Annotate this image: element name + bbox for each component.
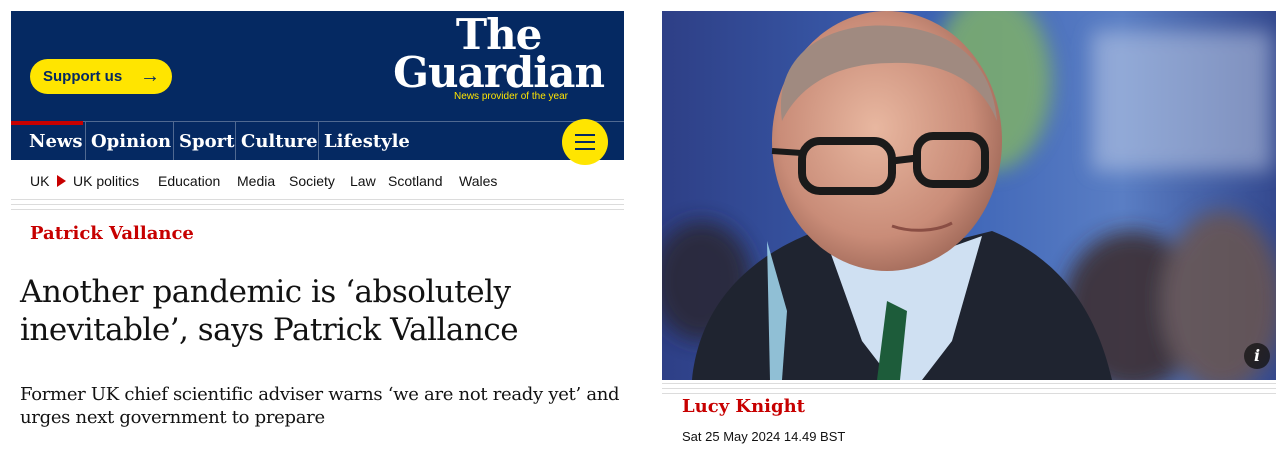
subnav: UK UK politics Education Media Society L… [11, 171, 624, 199]
arrow-right-icon: → [140, 65, 160, 87]
subnav-item-law[interactable]: Law [350, 171, 376, 191]
photo-illustration [662, 11, 1276, 380]
nav-pillar-opinion[interactable]: Opinion [91, 122, 177, 160]
headline-line: Another pandemic is ‘absolutely [20, 274, 511, 310]
subnav-item-society[interactable]: Society [289, 171, 335, 191]
triangle-right-icon [57, 175, 66, 187]
article-standfirst: Former UK chief scientific adviser warns… [20, 383, 620, 429]
nav-pillar-sport[interactable]: Sport [179, 122, 240, 160]
subnav-item-scotland[interactable]: Scotland [388, 171, 442, 191]
nav-pillar-culture[interactable]: Culture [241, 122, 324, 160]
guardian-logo[interactable]: The Guardian News provider of the year [393, 14, 605, 103]
logo-guardian: Guardian [393, 48, 605, 97]
headline-line: inevitable’, says Patrick Vallance [20, 312, 519, 348]
nav-divider [318, 122, 319, 160]
standfirst-line: Former UK chief scientific adviser warns… [20, 384, 620, 405]
publish-date: Sat 25 May 2024 14.49 BST [682, 429, 846, 444]
standfirst-line: urges next government to prepare [20, 407, 325, 428]
nav-pillar-lifestyle[interactable]: Lifestyle [324, 122, 416, 160]
nav-divider [173, 122, 174, 160]
article-headline: Another pandemic is ‘absolutely inevitab… [20, 273, 620, 349]
nav-pillar-news[interactable]: News [11, 121, 83, 159]
author-byline[interactable]: Lucy Knight [682, 396, 805, 417]
masthead: Support us → The Guardian News provider … [11, 11, 624, 121]
subnav-item-wales[interactable]: Wales [459, 171, 497, 191]
hamburger-menu-icon[interactable] [562, 119, 608, 165]
article-main-photo[interactable]: i [662, 11, 1276, 380]
support-us-button[interactable]: Support us → [30, 59, 172, 94]
pillar-nav: News Opinion Sport Culture Lifestyle [11, 121, 624, 160]
support-us-label: Support us [43, 68, 123, 85]
subnav-item-education[interactable]: Education [158, 171, 220, 191]
nav-divider [235, 122, 236, 160]
article-kicker[interactable]: Patrick Vallance [30, 223, 194, 244]
nav-divider [85, 122, 86, 160]
logo-tagline: News provider of the year [454, 91, 568, 102]
subnav-item-uk[interactable]: UK [30, 171, 49, 191]
subnav-item-media[interactable]: Media [237, 171, 275, 191]
subnav-item-uk-politics[interactable]: UK politics [73, 171, 139, 191]
article-media-panel: i Lucy Knight Sat 25 May 2024 14.49 BST [662, 11, 1276, 451]
divider-lines [11, 199, 624, 214]
photo-info-icon[interactable]: i [1244, 343, 1270, 369]
article-header-panel: Support us → The Guardian News provider … [11, 11, 624, 451]
